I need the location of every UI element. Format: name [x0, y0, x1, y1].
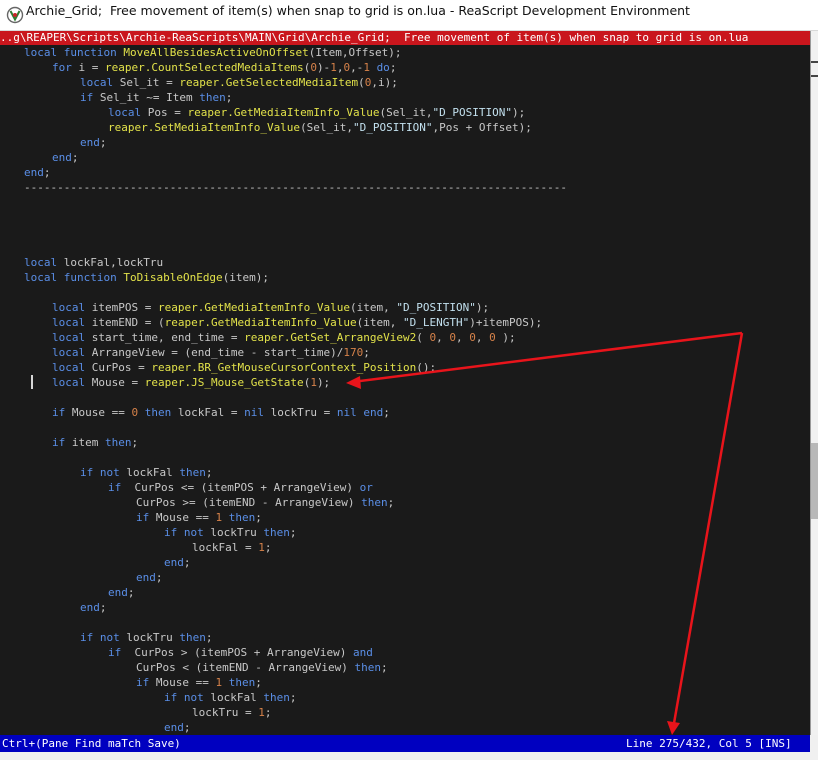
pane-marker [811, 61, 818, 63]
code-line[interactable]: local itemEND = (reaper.GetMediaItemInfo… [52, 315, 542, 330]
title-bar: Archie_Grid; Free movement of item(s) wh… [0, 0, 818, 31]
code-line[interactable]: end; [164, 555, 191, 570]
code-line[interactable]: end; [108, 585, 135, 600]
code-line[interactable]: local ArrangeView = (end_time - start_ti… [52, 345, 370, 360]
code-line[interactable]: local Pos = reaper.GetMediaItemInfo_Valu… [108, 105, 525, 120]
code-line[interactable]: local start_time, end_time = reaper.GetS… [52, 330, 516, 345]
code-line[interactable]: if CurPos <= (itemPOS + ArrangeView) or [108, 480, 373, 495]
code-line[interactable]: if Mouse == 1 then; [136, 510, 262, 525]
code-line[interactable]: local Sel_it = reaper.GetSelectedMediaIt… [80, 75, 398, 90]
code-line[interactable]: lockFal = 1; [192, 540, 271, 555]
code-line[interactable]: if CurPos > (itemPOS + ArrangeView) and [108, 645, 373, 660]
code-line[interactable]: local CurPos = reaper.BR_GetMouseCursorC… [52, 360, 436, 375]
code-line[interactable]: local itemPOS = reaper.GetMediaItemInfo_… [52, 300, 489, 315]
file-path-bar: ..g\REAPER\Scripts\Archie-ReaScripts\MAI… [0, 31, 810, 45]
resize-corner [810, 735, 818, 760]
code-line[interactable]: if not lockTru then; [164, 525, 296, 540]
code-editor[interactable]: local function MoveAllBesidesActiveOnOff… [0, 45, 810, 735]
code-line[interactable]: if not lockFal then; [164, 690, 296, 705]
text-cursor [31, 375, 33, 389]
comment-separator-line[interactable]: ----------------------------------------… [24, 180, 567, 195]
code-line[interactable]: lockTru = 1; [192, 705, 271, 720]
code-line[interactable]: end; [52, 150, 79, 165]
code-line[interactable]: reaper.SetMediaItemInfo_Value(Sel_it,"D_… [108, 120, 532, 135]
code-line[interactable]: if not lockFal then; [80, 465, 212, 480]
code-line[interactable]: CurPos < (itemEND - ArrangeView) then; [136, 660, 388, 675]
code-line[interactable]: for i = reaper.CountSelectedMediaItems(0… [52, 60, 396, 75]
shortcut-hint: Ctrl+(Pane Find maTch Save) [2, 737, 181, 750]
vertical-scrollbar[interactable] [810, 31, 818, 735]
code-line[interactable]: local lockFal,lockTru [24, 255, 163, 270]
code-line[interactable]: end; [80, 600, 107, 615]
code-line[interactable]: local function ToDisableOnEdge(item); [24, 270, 269, 285]
code-line[interactable]: if not lockTru then; [80, 630, 212, 645]
pane-marker [811, 75, 818, 77]
scrollbar-thumb[interactable] [811, 443, 818, 519]
code-line[interactable]: if Mouse == 1 then; [136, 675, 262, 690]
reaper-logo-icon [6, 6, 24, 24]
code-line[interactable]: end; [164, 720, 191, 735]
code-line[interactable]: if Sel_it ~= Item then; [80, 90, 232, 105]
code-line[interactable]: if item then; [52, 435, 138, 450]
code-line[interactable]: end; [136, 570, 163, 585]
code-line[interactable]: end; [80, 135, 107, 150]
cursor-position: Line 275/432, Col 5 [INS] [626, 737, 792, 750]
status-bar: Ctrl+(Pane Find maTch Save) Line 275/432… [0, 735, 810, 752]
code-line[interactable]: CurPos >= (itemEND - ArrangeView) then; [136, 495, 394, 510]
window-bottom-edge [0, 752, 810, 760]
code-line[interactable]: end; [24, 165, 51, 180]
window-title: Archie_Grid; Free movement of item(s) wh… [26, 3, 690, 18]
code-line-current[interactable]: local Mouse = reaper.JS_Mouse_GetState(1… [52, 375, 330, 390]
code-line[interactable]: if Mouse == 0 then lockFal = nil lockTru… [52, 405, 390, 420]
code-line[interactable]: local function MoveAllBesidesActiveOnOff… [24, 45, 402, 60]
